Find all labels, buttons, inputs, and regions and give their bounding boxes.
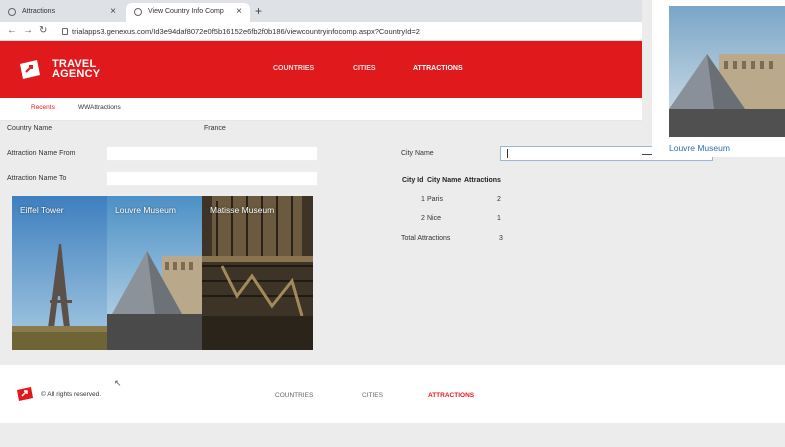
forward-arrow-icon[interactable]: → [23,25,33,36]
close-tab-icon[interactable]: × [236,6,242,17]
attraction-name-from-input[interactable] [106,146,318,161]
grid-cell-city-name[interactable]: Paris [427,196,443,203]
total-attractions-label: Total Attractions [401,235,451,242]
close-tab-icon[interactable]: × [110,6,116,17]
attraction-name-to-label: Attraction Name To [7,175,67,182]
browser-toolbar: ← → ↻ trialapps3.genexus.com/Id3e94daf80… [0,22,642,41]
grid-cell-city-id: 1 [421,196,425,203]
browser-tab-bar: Attractions × View Country Info Comp × + [0,0,642,22]
grid-cell-attractions: 2 [497,196,501,203]
footer-copyright: © All rights reserved. [41,391,102,398]
attraction-name-to-input[interactable] [106,171,318,186]
travel-agency-logo-icon [20,60,40,79]
footer-logo-icon [17,387,33,401]
lock-icon [62,28,68,35]
address-bar[interactable]: trialapps3.genexus.com/Id3e94daf8072e0f5… [58,25,638,38]
reload-icon[interactable]: ↻ [39,25,47,36]
tab-wwattractions[interactable]: WWAttractions [78,104,121,111]
grid-header-attractions: Attractions [464,177,501,184]
gallery-caption: Eiffel Tower [20,205,64,215]
dragged-attraction-panel[interactable]: Louvre Museum [652,0,785,157]
globe-icon [134,8,142,16]
browser-tab-view-country[interactable]: View Country Info Comp × [126,3,250,22]
grid-cell-attractions: 1 [497,215,501,222]
header-nav-attractions[interactable]: ATTRACTIONS [413,65,463,72]
louvre-museum-thumbnail [669,6,785,137]
back-arrow-icon[interactable]: ← [7,25,17,36]
logo-text[interactable]: TRAVEL AGENCY [52,59,101,80]
grid-header-city-name: City Name [427,177,462,184]
site-footer [0,365,785,423]
gallery-card-louvre-museum[interactable]: Louvre Museum [107,196,202,350]
globe-icon [8,8,16,16]
gallery-caption: Louvre Museum [115,205,176,215]
eiffel-tower-image [12,196,107,350]
header-nav-cities[interactable]: CITIES [353,65,376,72]
popup-caption[interactable]: Louvre Museum [669,143,730,153]
matisse-museum-image [202,196,313,350]
grid-cell-city-id: 2 [421,215,425,222]
mouse-pointer-icon: ↖ [114,378,122,388]
louvre-museum-image [107,196,202,350]
gallery-card-matisse-museum[interactable]: Matisse Museum [202,196,313,350]
browser-tab-attractions[interactable]: Attractions × [0,3,124,22]
gallery-caption: Matisse Museum [210,205,275,215]
gallery-card-eiffel-tower[interactable]: Eiffel Tower [12,196,107,350]
subtab-bar: Recents WWAttractions [0,98,642,121]
country-name-label: Country Name [7,125,53,132]
footer-nav-cities[interactable]: CITIES [362,392,383,399]
total-attractions-value: 3 [499,235,503,242]
city-name-label: City Name [401,150,434,157]
grid-cell-city-name[interactable]: Nice [427,215,441,222]
tab-title: Attractions [22,8,56,15]
url-text: trialapps3.genexus.com/Id3e94daf8072e0f5… [72,27,420,36]
header-nav-countries[interactable]: COUNTRIES [273,65,314,72]
attraction-name-from-label: Attraction Name From [7,150,76,157]
country-name-value: France [204,125,226,132]
new-tab-icon[interactable]: + [255,4,262,18]
tab-recents[interactable]: Recents [31,104,55,111]
footer-nav-attractions[interactable]: ATTRACTIONS [428,392,474,399]
tab-title: View Country Info Comp [148,8,224,15]
footer-nav-countries[interactable]: COUNTRIES [275,392,313,399]
text-cursor [507,149,508,158]
grid-header-city-id: City Id [402,177,424,184]
logo-line-2: AGENCY [52,68,101,80]
